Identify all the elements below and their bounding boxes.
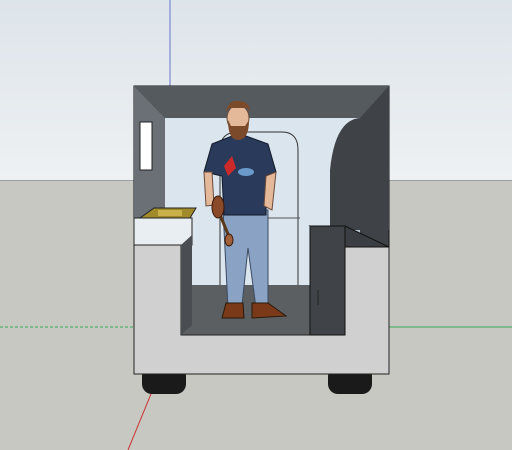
person-boot-left bbox=[221, 302, 245, 319]
right-bench-front[interactable] bbox=[309, 225, 346, 336]
shirt-dino-blue bbox=[238, 168, 254, 176]
side-window bbox=[139, 121, 153, 171]
model-scene[interactable] bbox=[0, 0, 512, 450]
left-counter-top[interactable] bbox=[133, 217, 193, 246]
3d-viewport[interactable] bbox=[0, 0, 512, 450]
sink-inner bbox=[158, 210, 182, 216]
interior-ceiling bbox=[134, 86, 389, 118]
left-counter-side bbox=[181, 235, 192, 335]
